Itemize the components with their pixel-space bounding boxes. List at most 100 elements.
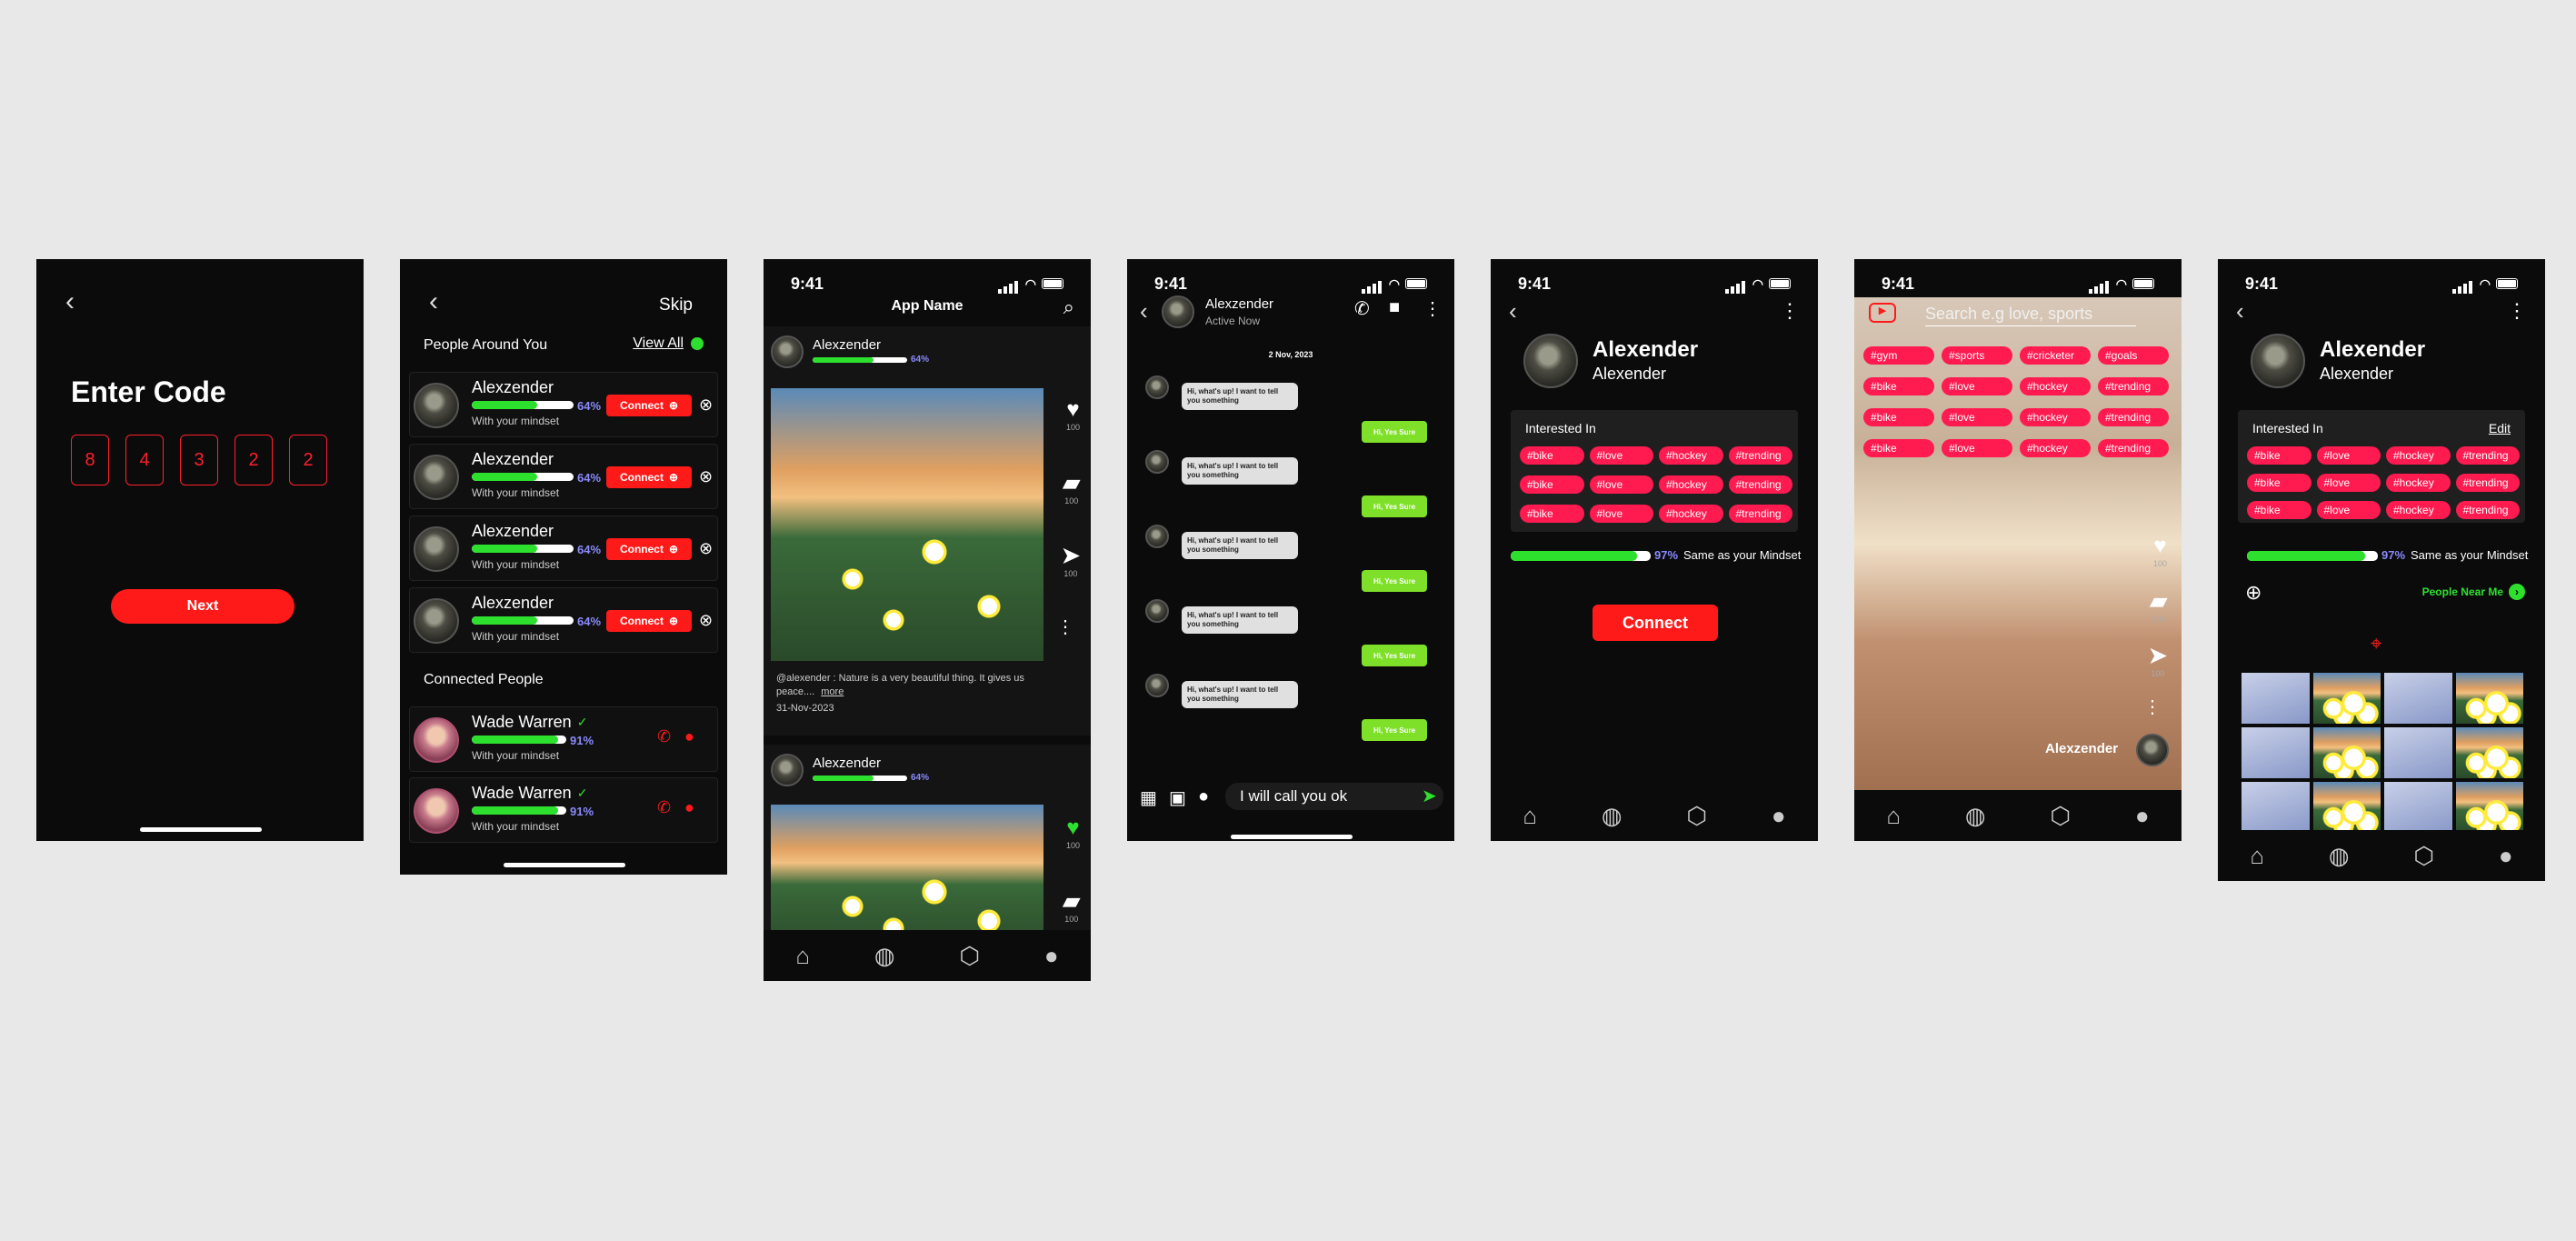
code-digit[interactable]: 2 bbox=[235, 435, 273, 485]
skip-button[interactable]: Skip bbox=[659, 295, 693, 315]
interest-tag[interactable]: #hockey bbox=[2386, 446, 2451, 465]
people-near-link[interactable]: People Near Me › bbox=[2422, 584, 2525, 600]
add-icon[interactable]: ⊕ bbox=[2245, 581, 2261, 605]
code-digit[interactable]: 3 bbox=[180, 435, 218, 485]
filter-tag[interactable]: #cricketer bbox=[2020, 346, 2091, 365]
post-image[interactable] bbox=[771, 805, 1043, 950]
search-icon[interactable]: ⌕ bbox=[1063, 295, 1074, 319]
home-icon[interactable]: ⌂ bbox=[2250, 842, 2264, 870]
like-button[interactable]: ♥ 100 bbox=[1066, 397, 1080, 432]
post-author[interactable]: Alexzender bbox=[2045, 741, 2118, 756]
interest-tag[interactable]: #trending bbox=[2455, 501, 2520, 519]
comment-button[interactable]: ▰ 100 bbox=[1063, 470, 1080, 505]
interest-tag[interactable]: #bike bbox=[1520, 475, 1584, 494]
chat-icon[interactable]: ◍ bbox=[1602, 802, 1622, 830]
grid-thumbnail[interactable] bbox=[2312, 782, 2381, 833]
message-input[interactable]: I will call you ok bbox=[1225, 783, 1443, 810]
interest-tag[interactable]: #trending bbox=[2455, 446, 2520, 465]
connect-button[interactable]: Connect ⊕ bbox=[606, 395, 692, 416]
chat-icon[interactable]: ● bbox=[684, 727, 694, 746]
interest-tag[interactable]: #love bbox=[1589, 475, 1653, 494]
code-digit[interactable]: 8 bbox=[71, 435, 109, 485]
post-author[interactable]: Alexzender bbox=[813, 756, 881, 771]
more-icon[interactable]: ⋮ bbox=[2143, 696, 2162, 718]
share-button[interactable]: ➤ 100 bbox=[2149, 643, 2167, 678]
reels-icon[interactable]: ⬡ bbox=[2413, 842, 2434, 870]
reels-icon[interactable]: ⬡ bbox=[959, 942, 980, 970]
profile-icon[interactable]: ● bbox=[2135, 802, 2150, 830]
filter-tag[interactable]: #hockey bbox=[2020, 439, 2091, 457]
filter-tag[interactable]: #trending bbox=[2098, 377, 2169, 395]
interest-tag[interactable]: #hockey bbox=[1659, 505, 1723, 523]
video-play-icon[interactable]: ▶ bbox=[1869, 303, 1896, 323]
connect-button[interactable]: Connect ⊕ bbox=[606, 538, 692, 560]
interest-tag[interactable]: #bike bbox=[2247, 501, 2311, 519]
interest-tag[interactable]: #love bbox=[1589, 505, 1653, 523]
interest-tag[interactable]: #hockey bbox=[2386, 474, 2451, 492]
avatar[interactable] bbox=[2136, 734, 2169, 766]
more-link[interactable]: more bbox=[821, 686, 844, 697]
send-icon[interactable]: ➤ bbox=[1422, 785, 1437, 807]
home-icon[interactable]: ⌂ bbox=[1886, 802, 1901, 830]
grid-thumbnail[interactable] bbox=[2455, 782, 2523, 833]
filter-tag[interactable]: #goals bbox=[2098, 346, 2169, 365]
interest-tag[interactable]: #trending bbox=[1728, 446, 1792, 465]
edit-button[interactable]: Edit bbox=[2489, 421, 2511, 435]
search-input[interactable]: Search e.g love, sports bbox=[1925, 305, 2136, 326]
grid-thumbnail[interactable] bbox=[2242, 727, 2310, 778]
more-icon[interactable]: ⋮ bbox=[1780, 299, 1800, 323]
grid-thumbnail[interactable] bbox=[2455, 727, 2523, 778]
back-icon[interactable]: ‹ bbox=[1140, 297, 1148, 325]
person-card[interactable]: Alexzender 64% With your mindset Connect… bbox=[409, 587, 718, 653]
grid-thumbnail[interactable] bbox=[2312, 673, 2381, 724]
filter-tag[interactable]: #bike bbox=[1863, 377, 1934, 395]
interest-tag[interactable]: #love bbox=[2316, 474, 2381, 492]
interest-tag[interactable]: #love bbox=[1589, 446, 1653, 465]
apps-icon[interactable]: ▦ bbox=[1140, 786, 1157, 809]
video-icon[interactable]: ■ bbox=[1389, 297, 1400, 318]
profile-icon[interactable]: ● bbox=[2499, 842, 2513, 870]
grid-thumbnail[interactable] bbox=[2384, 782, 2452, 833]
phone-icon[interactable]: ✆ bbox=[1354, 297, 1370, 320]
back-icon[interactable]: ‹ bbox=[2236, 297, 2244, 325]
filter-tag[interactable]: #love bbox=[1942, 408, 2012, 426]
filter-tag[interactable]: #hockey bbox=[2020, 408, 2091, 426]
filter-tag[interactable]: #hockey bbox=[2020, 377, 2091, 395]
scan-icon[interactable]: ⌖ bbox=[2371, 632, 2381, 656]
avatar[interactable] bbox=[771, 754, 804, 786]
filter-tag[interactable]: #sports bbox=[1942, 346, 2012, 365]
home-icon[interactable]: ⌂ bbox=[1523, 802, 1537, 830]
interest-tag[interactable]: #trending bbox=[1728, 505, 1792, 523]
connect-button[interactable]: Connect ⊕ bbox=[606, 466, 692, 488]
home-icon[interactable]: ⌂ bbox=[795, 942, 810, 970]
connected-card[interactable]: Wade Warren ✓ 91% With your mindset ✆ ● bbox=[409, 777, 718, 843]
interest-tag[interactable]: #bike bbox=[1520, 446, 1584, 465]
interest-tag[interactable]: #love bbox=[2316, 501, 2381, 519]
person-card[interactable]: Alexzender 64% With your mindset Connect… bbox=[409, 444, 718, 509]
like-button[interactable]: ♥ 100 bbox=[2153, 534, 2167, 568]
connect-button[interactable]: Connect ⊕ bbox=[606, 610, 692, 632]
close-icon[interactable]: ⊗ bbox=[699, 611, 713, 630]
like-button[interactable]: ♥ 100 bbox=[1066, 816, 1080, 850]
back-icon[interactable]: ‹ bbox=[429, 286, 438, 317]
person-card[interactable]: Alexzender 64% With your mindset Connect… bbox=[409, 515, 718, 581]
more-icon[interactable]: ⋮ bbox=[1423, 297, 1442, 320]
view-all-link[interactable]: View All bbox=[633, 335, 704, 352]
profile-avatar[interactable] bbox=[1523, 334, 1578, 388]
grid-thumbnail[interactable] bbox=[2384, 673, 2452, 724]
connected-card[interactable]: Wade Warren ✓ 91% With your mindset ✆ ● bbox=[409, 706, 718, 772]
image-icon[interactable]: ▣ bbox=[1169, 786, 1186, 809]
interest-tag[interactable]: #bike bbox=[1520, 505, 1584, 523]
grid-thumbnail[interactable] bbox=[2242, 673, 2310, 724]
avatar[interactable] bbox=[1162, 295, 1194, 328]
chat-icon[interactable]: ● bbox=[684, 798, 694, 817]
comment-button[interactable]: ▰ 100 bbox=[2151, 588, 2167, 624]
filter-tag[interactable]: #gym bbox=[1863, 346, 1934, 365]
interest-tag[interactable]: #hockey bbox=[1659, 446, 1723, 465]
chat-icon[interactable]: ◍ bbox=[874, 942, 895, 970]
profile-icon[interactable]: ● bbox=[1044, 942, 1059, 970]
post-image[interactable] bbox=[771, 388, 1043, 661]
person-card[interactable]: Alexzender 64% With your mindset Connect… bbox=[409, 372, 718, 437]
next-button[interactable]: Next bbox=[111, 589, 295, 624]
interest-tag[interactable]: #bike bbox=[2247, 446, 2311, 465]
